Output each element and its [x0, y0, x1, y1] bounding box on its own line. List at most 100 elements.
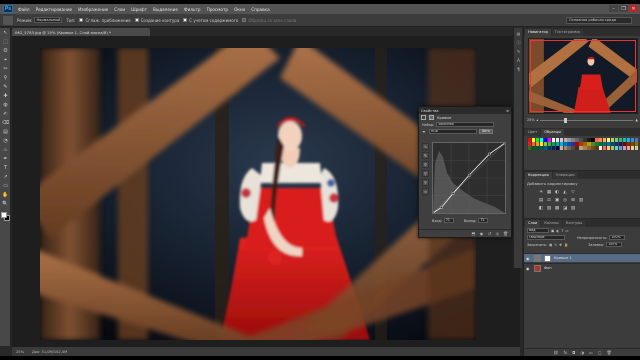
invert-icon[interactable]: ◧ — [538, 205, 544, 211]
color-swatch[interactable] — [634, 146, 638, 150]
new-layer-icon[interactable]: ▢ — [598, 350, 602, 355]
color-swatch[interactable] — [551, 146, 556, 150]
tab-paths[interactable]: Контуры — [562, 220, 586, 227]
new-adjustment-icon[interactable]: ◑ — [580, 350, 584, 355]
curve-control-point[interactable] — [440, 206, 443, 209]
navigator-view-box[interactable] — [530, 40, 636, 112]
status-zoom[interactable]: 25% — [16, 350, 24, 354]
color-swatch[interactable] — [535, 138, 540, 142]
quick-select-tool-icon[interactable]: ⌖ — [1, 56, 10, 64]
marquee-tool-icon[interactable]: ⬚ — [1, 38, 10, 46]
color-swatch[interactable] — [591, 146, 595, 150]
color-swatch[interactable] — [531, 142, 536, 146]
filter-adjust-icon[interactable]: ◐ — [556, 229, 559, 233]
color-swatch[interactable] — [528, 142, 532, 146]
color-swatch[interactable] — [583, 146, 587, 150]
path-select-tool-icon[interactable]: ↗ — [1, 173, 10, 181]
filter-shape-icon[interactable]: ▭ — [565, 229, 568, 233]
color-swatch[interactable] — [535, 142, 540, 146]
color-swatch[interactable] — [543, 138, 548, 142]
color-balance-icon[interactable]: ⚖ — [546, 197, 552, 203]
color-swatch[interactable] — [571, 142, 575, 146]
mask-icon[interactable] — [429, 115, 434, 120]
menu-help[interactable]: Справка — [248, 7, 272, 12]
color-swatch[interactable] — [622, 142, 627, 146]
lock-draw-icon[interactable]: ✎ — [554, 243, 557, 247]
fill-field[interactable]: 100% — [606, 242, 623, 247]
color-swatch[interactable] — [555, 142, 560, 146]
layer-name[interactable]: Кривые 1 — [554, 256, 572, 260]
color-swatch[interactable] — [630, 138, 635, 142]
curve-plot[interactable] — [431, 141, 507, 215]
curves-icon[interactable]: ◐ — [554, 189, 560, 195]
smooth-icon[interactable]: ≈ — [422, 188, 429, 195]
properties-titlebar[interactable]: Свойства ≡ — [419, 107, 511, 114]
color-swatch[interactable] — [610, 142, 615, 146]
new-group-icon[interactable]: ▭ — [589, 350, 593, 355]
gradient-tool-icon[interactable]: ▤ — [1, 128, 10, 136]
color-swatch[interactable] — [579, 142, 583, 146]
color-swatch[interactable] — [528, 138, 532, 142]
color-swatch[interactable] — [555, 138, 560, 142]
color-swatch[interactable] — [539, 142, 544, 146]
opacity-field[interactable]: 100% — [609, 235, 626, 240]
color-swatch[interactable] — [579, 138, 583, 142]
curves-graph[interactable] — [431, 141, 507, 215]
color-swatch[interactable] — [618, 142, 623, 146]
color-swatch[interactable] — [626, 138, 631, 142]
color-swatch[interactable] — [614, 138, 619, 142]
delete-layer-icon[interactable]: 🗑 — [607, 350, 612, 355]
menu-view[interactable]: Просмотр — [204, 7, 232, 12]
curve-control-point[interactable] — [488, 152, 491, 156]
color-swatch[interactable] — [535, 146, 540, 150]
color-swatch[interactable] — [599, 142, 603, 146]
color-swatch[interactable] — [559, 138, 564, 142]
brush-panel-icon[interactable]: ✎ — [515, 48, 522, 55]
workspace-select[interactable]: Основная рабочая среда — [566, 17, 632, 24]
photo-canvas[interactable] — [40, 48, 476, 340]
color-swatch[interactable] — [591, 142, 595, 146]
layer-filter-select[interactable]: Вид — [527, 228, 549, 233]
color-swatch[interactable] — [610, 146, 615, 150]
color-swatch[interactable] — [606, 146, 611, 150]
color-swatch[interactable] — [567, 146, 571, 150]
layer-mask-thumbnail[interactable] — [544, 254, 551, 262]
tab-color[interactable]: Цвет — [525, 129, 541, 136]
point-edit-icon[interactable]: ∿ — [422, 143, 429, 150]
crop-tool-icon[interactable]: ✂ — [1, 65, 10, 73]
brush-tool-icon[interactable]: ✚ — [1, 92, 10, 100]
color-swatch[interactable] — [614, 146, 619, 150]
color-swatch[interactable] — [547, 142, 552, 146]
tab-navigator[interactable]: Навигатор — [525, 29, 552, 36]
target-adjust-icon[interactable]: ☚ — [422, 130, 427, 134]
color-swatch[interactable] — [539, 146, 544, 150]
menu-type[interactable]: Шрифт — [128, 7, 150, 12]
layer-thumbnail[interactable] — [534, 264, 541, 272]
color-swatch[interactable] — [551, 142, 556, 146]
blend-mode-select[interactable]: Обычные — [527, 235, 565, 240]
hand-tool-icon[interactable]: ✋ — [1, 191, 10, 199]
sample-all-checkbox[interactable] — [242, 18, 247, 22]
history-icon[interactable]: ▤ — [515, 30, 522, 37]
filter-pixel-icon[interactable]: ▣ — [551, 229, 554, 233]
color-swatch[interactable] — [626, 146, 631, 150]
color-swatch[interactable] — [599, 138, 603, 142]
content-aware-checkbox[interactable] — [183, 18, 188, 22]
color-swatch[interactable] — [559, 142, 564, 146]
clone-stamp-tool-icon[interactable]: ◍ — [1, 101, 10, 109]
panel-menu-icon[interactable]: ≡ — [506, 109, 509, 113]
type-tool-icon[interactable]: T — [1, 164, 10, 172]
color-swatch[interactable] — [630, 146, 635, 150]
color-swatch[interactable] — [614, 142, 619, 146]
vibrance-icon[interactable]: ▽ — [570, 189, 576, 195]
color-swatch[interactable] — [595, 142, 599, 146]
layer-curves[interactable]: ◉ Кривые 1 — [524, 253, 640, 262]
layer-style-icon[interactable]: fx — [563, 350, 567, 355]
navigator-zoom-value[interactable]: 25% — [527, 118, 535, 122]
layer-background[interactable]: ◉ Фон — [524, 263, 640, 272]
color-swatch[interactable] — [634, 142, 638, 146]
visibility-eye-icon[interactable]: ◉ — [526, 266, 531, 271]
hue-saturation-icon[interactable]: ▤ — [538, 197, 544, 203]
eraser-tool-icon[interactable]: ⌫ — [1, 119, 10, 127]
color-swatch[interactable] — [602, 142, 607, 146]
